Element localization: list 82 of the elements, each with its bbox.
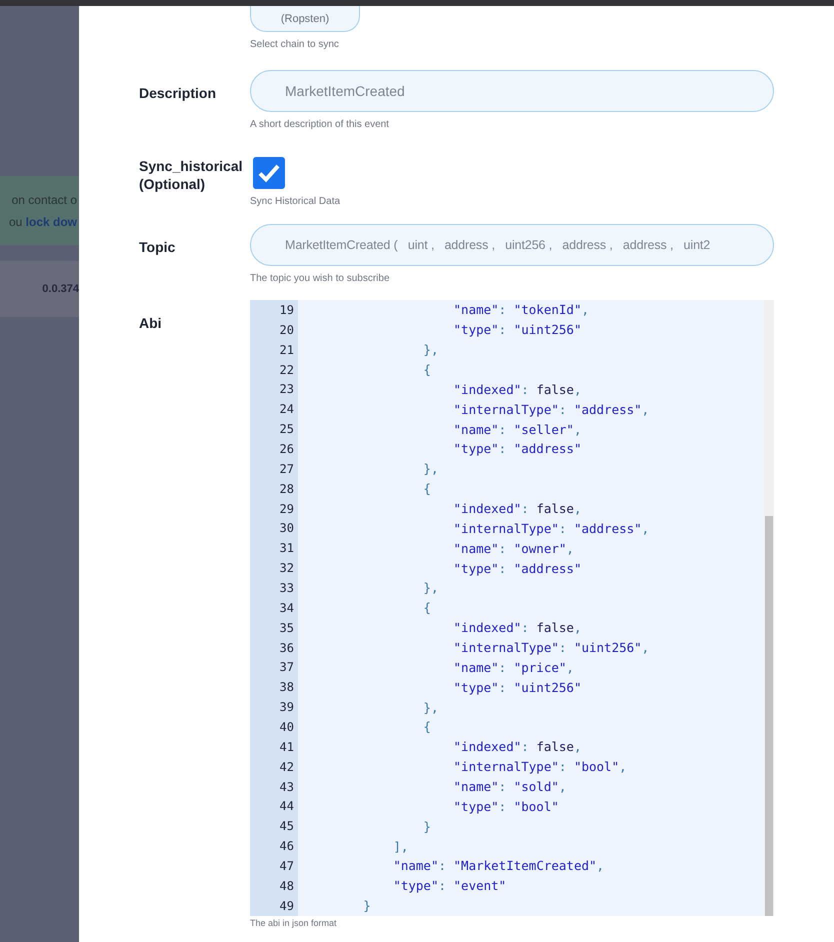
line-number: 30 xyxy=(278,520,295,538)
sync-checkbox[interactable] xyxy=(253,157,285,189)
line-number: 39 xyxy=(278,699,295,716)
field-label: Topic xyxy=(139,239,176,255)
code-line: { xyxy=(422,719,431,734)
code-line: ], xyxy=(392,838,408,854)
line-number: 33 xyxy=(278,580,295,597)
code-line: "name": "sold", xyxy=(452,779,566,794)
code-line: { xyxy=(422,600,431,616)
help-text: Sync Historical Data xyxy=(250,196,342,207)
code-line: "type": "uint256" xyxy=(452,680,582,695)
scrollbar-thumb[interactable] xyxy=(765,516,773,916)
field-label: Sync_historical (Optional) xyxy=(139,158,242,192)
notice-text: ou xyxy=(8,214,22,228)
code-line: { xyxy=(422,362,431,377)
line-number: 27 xyxy=(278,460,295,478)
line-number: 22 xyxy=(278,362,295,378)
chain-chip[interactable]: (Ropsten) xyxy=(250,6,360,32)
line-number: 44 xyxy=(278,798,295,816)
line-number: 47 xyxy=(278,858,295,875)
line-number: 31 xyxy=(278,540,295,558)
code-line: "name": "seller", xyxy=(452,422,582,437)
code-line: { xyxy=(422,481,431,496)
code-line: "internalType": "address", xyxy=(452,402,650,417)
version-text: 0.0.374 xyxy=(42,283,79,295)
code-line: "indexed": false, xyxy=(452,739,582,754)
help-text: Select chain to sync xyxy=(250,39,340,50)
code-line: }, xyxy=(422,461,438,476)
code-line: "name": "tokenId", xyxy=(452,302,589,318)
code-line: "name": "owner", xyxy=(452,540,574,556)
code-line: }, xyxy=(422,700,438,715)
notice-text: on contact o xyxy=(12,192,77,206)
line-number: 19 xyxy=(278,302,295,319)
notice-link[interactable]: lock dow xyxy=(26,214,77,228)
line-number: 28 xyxy=(278,480,295,498)
line-number: 49 xyxy=(278,898,295,915)
code-line: "internalType": "address", xyxy=(452,520,650,536)
line-number: 41 xyxy=(278,738,295,756)
line-number: 26 xyxy=(278,440,295,458)
code-line: "indexed": false, xyxy=(452,382,582,397)
code-line: "indexed": false, xyxy=(452,620,582,636)
code-line: "name": "price", xyxy=(452,660,574,675)
line-number: 25 xyxy=(278,421,295,438)
line-number: 21 xyxy=(278,342,295,359)
code-line: }, xyxy=(422,580,438,596)
code-line: "type": "event" xyxy=(392,878,506,894)
code-line: } xyxy=(422,818,431,834)
help-text: A short description of this event xyxy=(250,119,390,130)
code-editor[interactable] xyxy=(250,300,774,916)
code-line: "indexed": false, xyxy=(452,501,582,516)
line-number: 46 xyxy=(278,838,295,856)
line-number: 36 xyxy=(278,640,295,657)
line-number: 35 xyxy=(278,620,295,637)
topic-field[interactable]: MarketItemCreated ( uint , address , uint256 , address , address , uint2 xyxy=(250,224,774,266)
line-number: 42 xyxy=(278,758,295,776)
line-number: 24 xyxy=(278,401,295,418)
line-number: 37 xyxy=(278,659,295,676)
code-line: "type": "address" xyxy=(452,441,582,456)
help-text: The abi in json format xyxy=(250,918,338,928)
code-line: "type": "uint256" xyxy=(452,322,582,338)
line-number: 23 xyxy=(278,381,295,398)
code-line: "name": "MarketItemCreated", xyxy=(392,858,604,874)
code-line: "internalType": "bool", xyxy=(452,759,627,774)
line-number: 29 xyxy=(278,500,295,518)
code-line: } xyxy=(362,898,371,914)
field-label: Abi xyxy=(139,315,162,331)
line-number: 40 xyxy=(278,718,295,736)
line-number: 38 xyxy=(278,679,295,696)
code-line: "type": "address" xyxy=(452,560,582,576)
scrollbar[interactable] xyxy=(764,300,774,916)
code-line: "internalType": "uint256", xyxy=(452,640,650,656)
help-text: The topic you wish to subscribe xyxy=(250,273,391,284)
field-label: Description xyxy=(139,85,216,101)
line-number: 32 xyxy=(278,560,295,578)
line-number: 20 xyxy=(278,322,295,339)
line-number: 43 xyxy=(278,778,295,796)
line-number: 48 xyxy=(278,878,295,895)
description-field[interactable]: MarketItemCreated xyxy=(250,70,774,112)
line-number: 34 xyxy=(278,600,295,617)
code-line: }, xyxy=(422,342,438,358)
line-number: 45 xyxy=(278,818,295,836)
code-line: "type": "bool" xyxy=(452,798,559,814)
